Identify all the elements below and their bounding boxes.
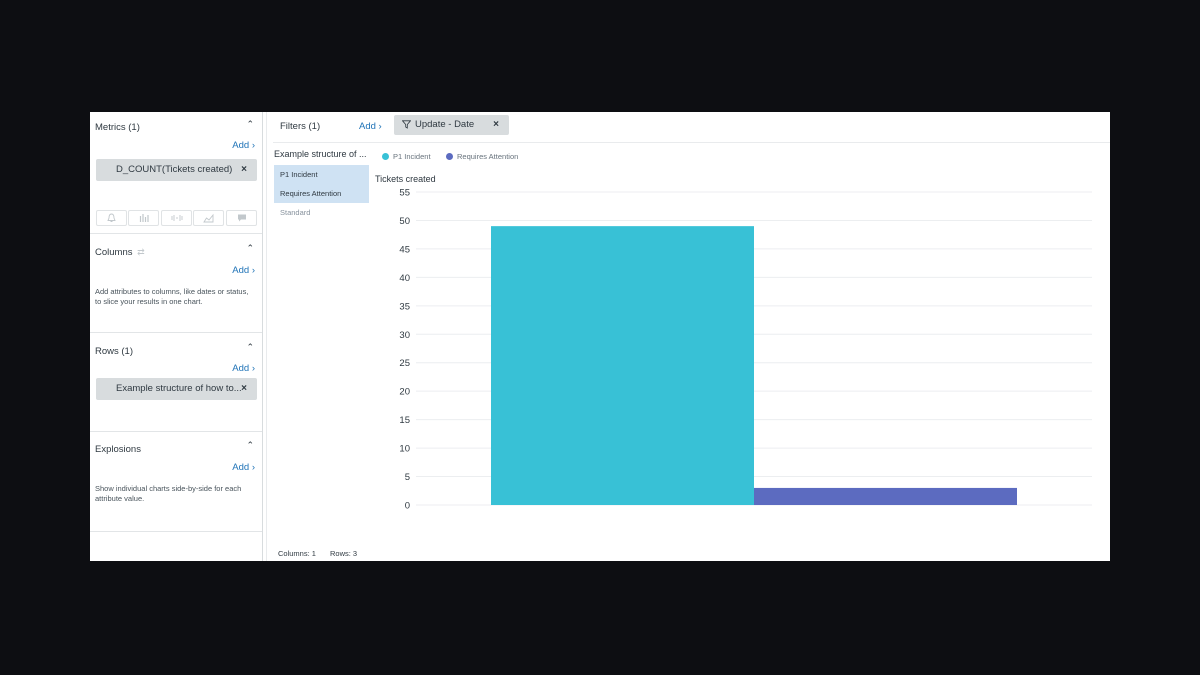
- y-tick-label: 40: [399, 273, 410, 284]
- y-tick-label: 20: [399, 387, 410, 398]
- explore-query-builder: Metrics (1) ⌃ Add › D_COUNT(Tickets crea…: [90, 112, 1110, 561]
- y-tick-label: 5: [405, 472, 410, 483]
- rows-count: Rows: 3: [330, 549, 358, 558]
- y-tick-label: 45: [399, 244, 410, 255]
- bar-p1-incident[interactable]: [491, 226, 754, 505]
- y-tick-label: 30: [399, 330, 410, 341]
- bar-requires-attention[interactable]: [754, 487, 1017, 505]
- y-tick-label: 25: [399, 358, 410, 369]
- bar-chart: 0 5 10 15 20 25 30 35 40 45 50 55: [399, 188, 1092, 512]
- y-tick-label: 50: [399, 216, 410, 227]
- y-tick-label: 55: [399, 188, 410, 199]
- columns-count: Columns: 1: [278, 549, 316, 558]
- y-tick-label: 0: [405, 501, 410, 512]
- y-tick-label: 10: [399, 444, 410, 455]
- y-tick-label: 35: [399, 301, 410, 312]
- y-tick-label: 15: [399, 415, 410, 426]
